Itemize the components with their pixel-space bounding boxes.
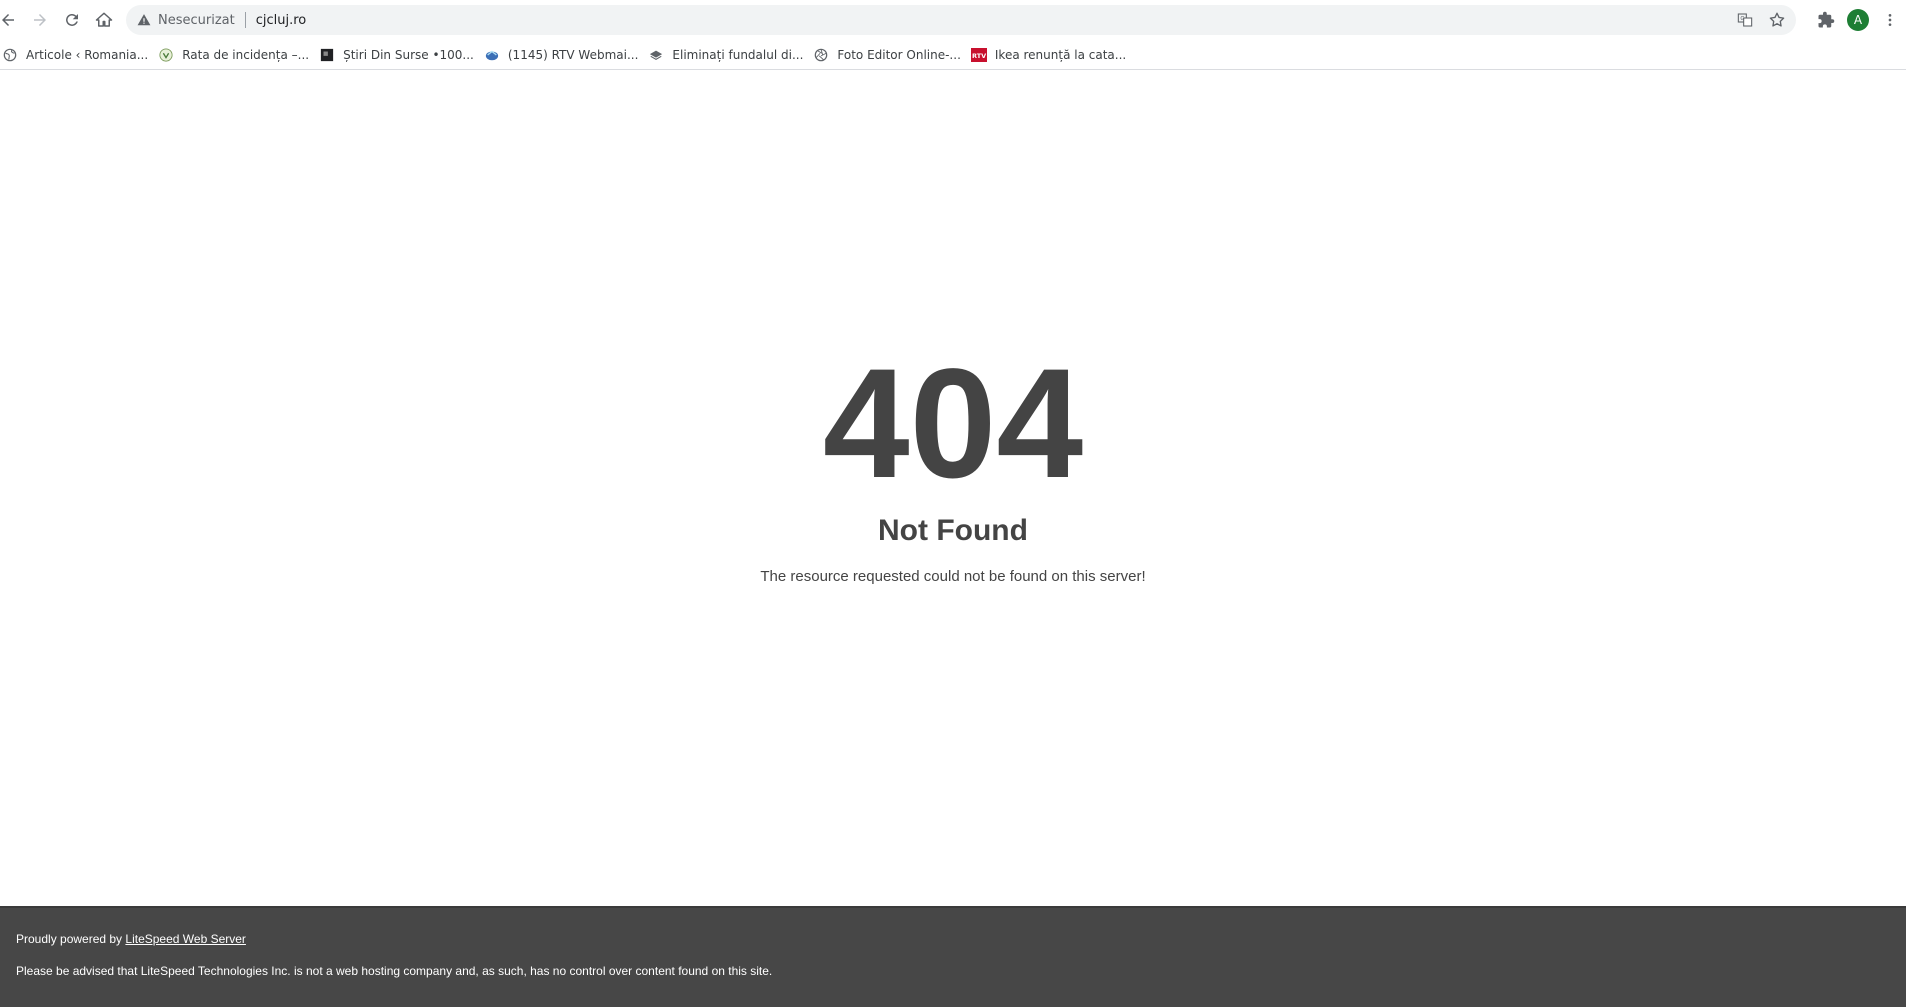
bookmark-label: Foto Editor Online-... (837, 47, 961, 62)
bookmark-item[interactable]: Știri Din Surse •100... (317, 41, 482, 69)
square-icon (319, 47, 335, 63)
forward-button[interactable] (24, 4, 56, 36)
bookmark-label: Știri Din Surse •100... (343, 47, 474, 62)
svg-text:G: G (1740, 16, 1744, 22)
aperture-icon (813, 47, 829, 63)
avatar: A (1847, 9, 1869, 31)
layers-icon (648, 47, 664, 63)
globe-icon (2, 47, 18, 63)
home-button[interactable] (88, 4, 120, 36)
powered-by-prefix: Proudly powered by (16, 932, 126, 946)
browser-toolbar: Nesecurizat cjcluj.ro G A (0, 0, 1906, 40)
reload-icon (66, 13, 78, 26)
svg-text:RTV: RTV (972, 52, 986, 60)
arrow-right-icon (34, 14, 46, 26)
kebab-menu-icon[interactable] (1874, 4, 1906, 36)
bookmark-item[interactable]: Foto Editor Online-... (811, 41, 969, 69)
reload-button[interactable] (56, 4, 88, 36)
puzzle-icon[interactable] (1810, 4, 1842, 36)
home-icon (95, 12, 113, 27)
url-text[interactable]: cjcluj.ro (256, 13, 307, 28)
error-title: Not Found (878, 514, 1028, 547)
bookmark-label: Articole ‹ Romania... (26, 47, 149, 62)
bookmark-item[interactable]: Articole ‹ Romania... (0, 41, 156, 69)
shield-icon (158, 47, 174, 63)
rtv-logo-icon: RTV (970, 47, 987, 63)
error-code: 404 (822, 337, 1084, 511)
error-message: The resource requested could not be foun… (760, 568, 1146, 585)
omnibox-actions: G (1734, 5, 1788, 35)
bookmark-item[interactable]: Rata de incidența –... (156, 41, 317, 69)
security-label[interactable]: Nesecurizat (158, 13, 235, 28)
server-footer: Proudly powered by LiteSpeed Web Server … (0, 906, 1906, 1007)
litespeed-link[interactable]: LiteSpeed Web Server (125, 932, 246, 946)
bookmark-label: (1145) RTV Webmai... (507, 47, 639, 62)
disclaimer-text: Please be advised that LiteSpeed Technol… (16, 964, 773, 978)
translate-icon[interactable]: G (1734, 9, 1756, 31)
bookmark-item[interactable]: Eliminați fundalul di... (646, 41, 811, 69)
back-button[interactable] (0, 4, 24, 36)
star-icon[interactable] (1766, 9, 1788, 31)
profile-button[interactable]: A (1842, 4, 1874, 36)
bookmark-label: Ikea renunță la cata... (994, 47, 1127, 62)
omnibox-separator (244, 12, 246, 28)
mail-icon (484, 47, 500, 63)
bookmark-label: Rata de incidența –... (182, 47, 310, 62)
bookmark-item[interactable]: (1145) RTV Webmai... (482, 41, 647, 69)
bookmark-label: Eliminați fundalul di... (672, 47, 804, 62)
error-page-content: 404 Not Found The resource requested cou… (0, 71, 1906, 906)
bookmark-item[interactable]: RTV Ikea renunță la cata... (969, 41, 1134, 69)
bookmarks-bar: Articole ‹ Romania... Rata de incidența … (0, 40, 1906, 70)
powered-by-line: Proudly powered by LiteSpeed Web Server (16, 932, 246, 946)
toolbar-right: A (1810, 0, 1906, 40)
arrow-left-icon (2, 14, 14, 26)
warning-icon (136, 12, 152, 28)
address-bar[interactable]: Nesecurizat cjcluj.ro G (126, 5, 1796, 35)
